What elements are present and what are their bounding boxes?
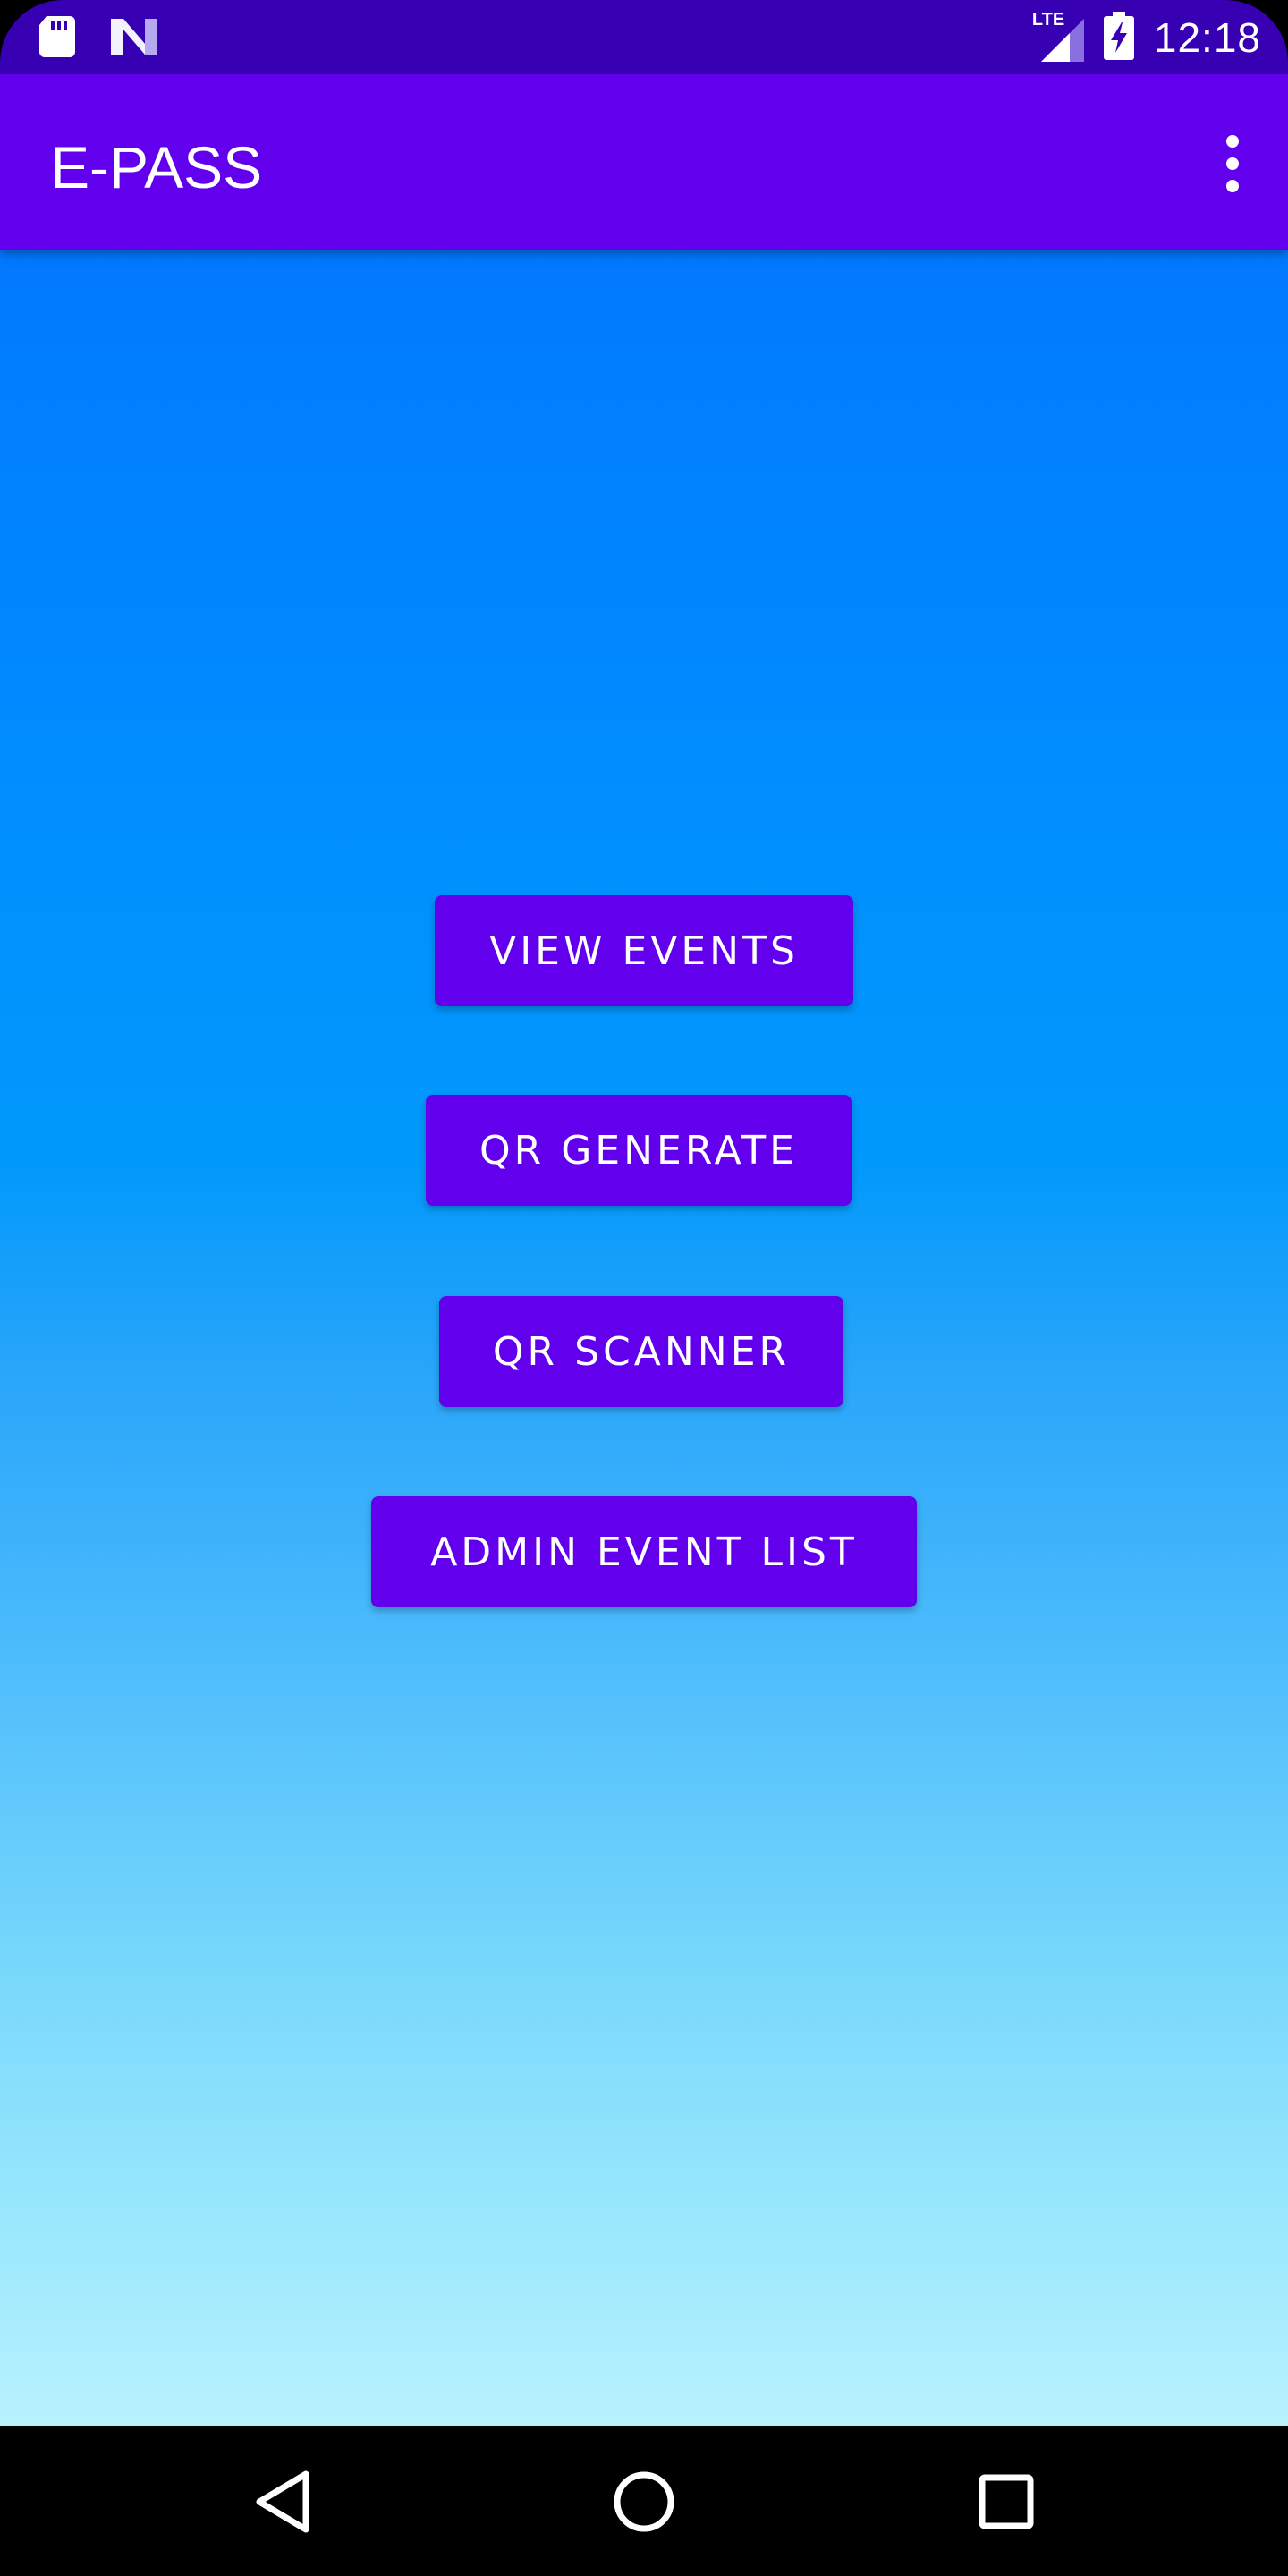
app-title: E-PASS xyxy=(50,134,263,200)
home-icon[interactable] xyxy=(604,2462,684,2542)
more-vert-icon[interactable] xyxy=(1204,121,1261,207)
sd-card-icon xyxy=(39,16,75,62)
qr-generate-button[interactable]: QR GENERATE xyxy=(426,1095,852,1206)
phone-screen: LTE 12:18 E-PASS VIEW EVENTS QR GENERATE… xyxy=(0,0,1288,2576)
recents-icon[interactable] xyxy=(966,2462,1046,2542)
qr-scanner-button[interactable]: QR SCANNER xyxy=(439,1296,843,1407)
notification-n-icon xyxy=(111,19,157,59)
lte-signal-icon: LTE xyxy=(1031,10,1084,62)
battery-charging-icon xyxy=(1103,11,1134,64)
view-events-button[interactable]: VIEW EVENTS xyxy=(435,895,853,1006)
navigation-bar xyxy=(0,2426,1288,2576)
network-type-label: LTE xyxy=(1031,10,1065,30)
back-icon[interactable] xyxy=(243,2462,324,2542)
status-left-icons xyxy=(39,16,157,62)
main-content: VIEW EVENTS QR GENERATE QR SCANNER ADMIN… xyxy=(0,250,1288,2426)
status-right-icons: LTE 12:18 xyxy=(1031,9,1261,66)
admin-event-list-button[interactable]: ADMIN EVENT LIST xyxy=(371,1496,917,1607)
app-bar: E-PASS xyxy=(0,74,1288,250)
status-clock: 12:18 xyxy=(1153,14,1261,61)
status-bar: LTE 12:18 xyxy=(0,0,1288,74)
